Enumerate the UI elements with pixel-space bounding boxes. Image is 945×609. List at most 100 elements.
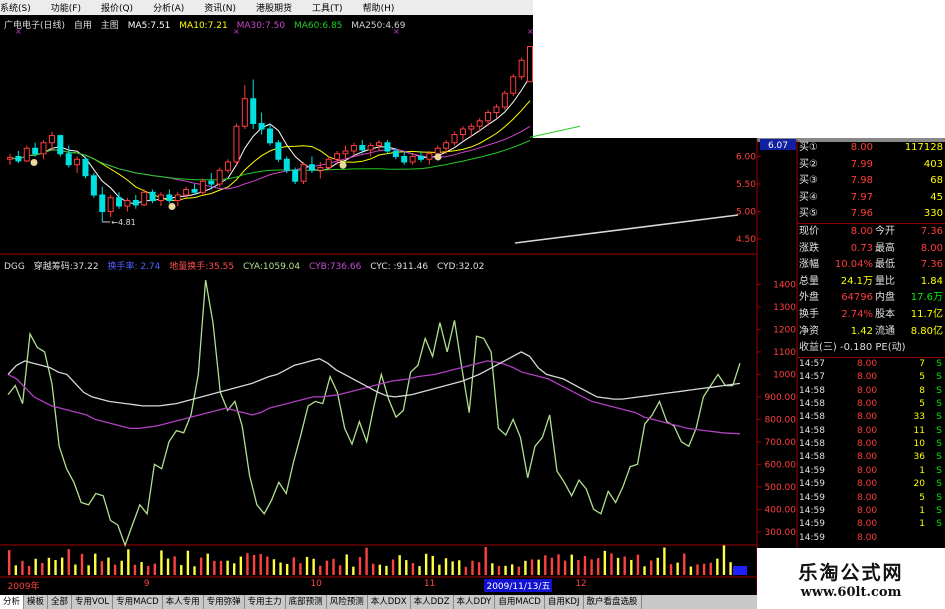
volume-bar	[385, 565, 388, 575]
event-marker	[168, 203, 176, 210]
watermark-url: www.60lt.com	[800, 584, 902, 600]
indicator-tabs[interactable]: 分析 模板 全部 专用VOL 专用MACD 本人专用 专用弥弹 专用主力 底部预测 风险预测 本人D…	[0, 595, 757, 609]
volume-bar	[14, 565, 18, 575]
tab-7[interactable]: 专用主力	[245, 595, 286, 609]
trade-row: 14:59 8.00 1 S	[797, 505, 945, 518]
volume-bar	[590, 559, 593, 575]
candle-body	[183, 189, 190, 196]
trade-list[interactable]: 14:57 8.00 7 S 14:57 8.00 5 S 14:58 8.00 8 S 14:58 8.…	[797, 358, 945, 545]
trade-row: 14:59 8.00 1 S	[797, 518, 945, 531]
trade-side: S	[936, 465, 942, 476]
volume-bar	[279, 562, 282, 575]
trade-row: 14:57 8.00 7 S	[797, 358, 945, 371]
candle-body	[74, 158, 81, 166]
tab-10[interactable]: 本人DDX	[368, 595, 411, 609]
volume-bar	[438, 564, 441, 575]
indicator-header: DGG 穿越筹码:37.22 换手率: 2.74 地量换手:35.55 CYA:…	[4, 259, 490, 272]
ma10-line	[9, 100, 531, 201]
stat-key: 最高	[875, 242, 895, 254]
tab-2[interactable]: 全部	[48, 595, 73, 609]
indicator-tick-label: 1100	[773, 348, 796, 358]
volume-bar	[153, 563, 156, 575]
candle-body	[468, 125, 475, 130]
candle-body	[48, 135, 55, 144]
volume-bar	[266, 556, 269, 575]
tab-0[interactable]: 分析	[0, 595, 25, 609]
stat-key: 外盘	[799, 292, 819, 304]
indicator-tick-label: 700.00	[765, 438, 797, 448]
tab-6[interactable]: 专用弥弹	[204, 595, 245, 609]
volume-bar	[166, 558, 170, 575]
tab-4[interactable]: 专用MACD	[113, 595, 163, 609]
trade-price: 8.00	[857, 532, 878, 543]
candle-body	[275, 142, 282, 160]
indicator-tick-label: 800.00	[765, 415, 797, 425]
trade-side: S	[936, 398, 942, 409]
trade-price: 8.00	[857, 479, 878, 490]
ma10-value: MA10:7.21	[179, 21, 228, 31]
candle-body	[417, 156, 424, 160]
buy-price: 8.00	[850, 142, 873, 153]
stat-value: 8.00	[920, 242, 943, 254]
volume-bar	[94, 553, 97, 575]
volume-bar	[305, 556, 309, 575]
candle-body	[317, 167, 324, 171]
trade-row: 14:59 8.00 5 S	[797, 492, 945, 505]
trade-time: 14:59	[799, 479, 825, 490]
volume-bar	[623, 556, 626, 575]
volume-bar	[517, 566, 520, 575]
candle-body	[518, 59, 525, 78]
stat-row: 涨幅 10.04% 最低 7.36	[797, 257, 945, 274]
tab-8[interactable]: 底部预测	[286, 595, 327, 609]
volume-bar	[47, 557, 51, 575]
tab-5[interactable]: 本人专用	[163, 595, 204, 609]
trade-time: 14:59	[799, 506, 825, 517]
earnings-label: 收益(三) -0.180 PE(动)	[799, 342, 906, 354]
tab-13[interactable]: 自用MACD	[495, 595, 545, 609]
trade-price: 8.00	[857, 465, 878, 476]
tab-1[interactable]: 模板	[24, 595, 49, 609]
buy-volume: 45	[930, 191, 943, 203]
volume-bar	[610, 553, 613, 575]
tab-9[interactable]: 风险预测	[327, 595, 368, 609]
stat-key: 换手	[799, 308, 819, 320]
trade-side: S	[936, 439, 942, 450]
candle-body	[166, 194, 173, 201]
candle-body	[376, 142, 383, 146]
trade-side: S	[936, 519, 942, 530]
stat-key: 现价	[799, 225, 819, 237]
trade-volume: 8	[919, 385, 925, 396]
candle-body	[7, 157, 13, 160]
candle-body	[124, 200, 131, 207]
trade-volume: 11	[913, 425, 925, 436]
candle-body	[233, 125, 240, 163]
volume-bar	[683, 553, 686, 575]
indicator-name: DGG	[4, 262, 25, 272]
tab-14[interactable]: 自用KDJ	[545, 595, 584, 609]
candle-body	[350, 145, 357, 152]
volume-bar	[319, 565, 322, 575]
trade-row: 14:59 8.00 20 S	[797, 478, 945, 491]
tab-15[interactable]: 散户看盘选股	[584, 595, 642, 609]
trade-volume: 10	[913, 439, 925, 450]
candle-body	[359, 145, 366, 151]
candle-body	[174, 194, 181, 201]
stat-value: 7.36	[920, 259, 943, 271]
tab-11[interactable]: 本人DDZ	[411, 595, 454, 609]
stat-key: 最低	[875, 259, 895, 271]
stat-row: 外盘 64796 内盘 17.6万	[797, 290, 945, 307]
trade-time: 14:58	[799, 425, 825, 436]
candle-body	[401, 156, 408, 163]
tab-12[interactable]: 本人DDY	[454, 595, 496, 609]
earnings-row: 收益(三) -0.180 PE(动)	[797, 340, 945, 357]
volume-bar	[107, 557, 110, 575]
stat-row: 净资 1.42 流通 8.80亿	[797, 324, 945, 341]
buy-row: 买④ 7.97 45	[797, 190, 945, 207]
stat-value: 1.42	[850, 325, 873, 337]
volume-bar	[577, 560, 580, 575]
tab-3[interactable]: 专用VOL	[72, 595, 114, 609]
volume-bar	[173, 556, 176, 575]
candle-body	[510, 76, 517, 94]
volume-bar	[722, 545, 726, 575]
watermark: 乐淘公式网 www.60lt.com	[757, 548, 945, 609]
